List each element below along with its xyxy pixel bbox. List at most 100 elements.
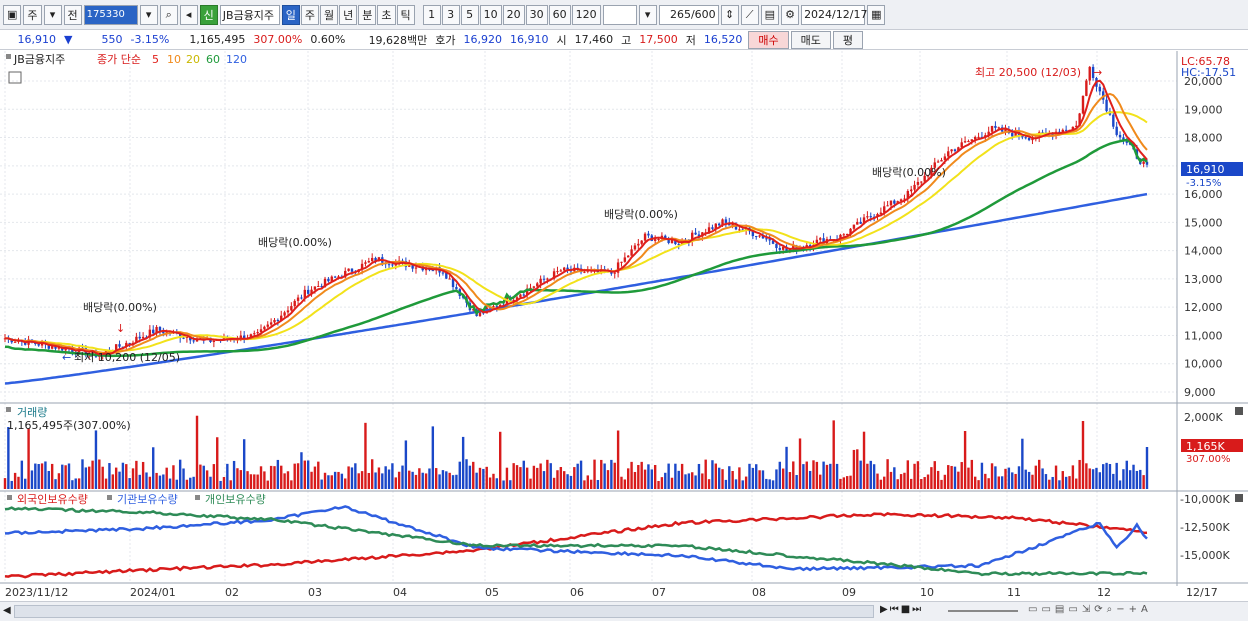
stock-code-input[interactable]: 175330 — [83, 4, 138, 25]
volume-bar — [280, 465, 283, 489]
interval-tab[interactable]: 60 — [548, 4, 571, 25]
search-icon[interactable]: ⌕ — [159, 4, 178, 25]
zoom-in-icon[interactable]: + — [1129, 604, 1137, 615]
buy-button[interactable]: 매수 — [748, 30, 789, 49]
zoom-slider[interactable] — [948, 610, 1018, 612]
zoom-out-icon[interactable]: − — [1116, 604, 1124, 615]
period-tab[interactable]: 틱 — [396, 4, 415, 25]
volume-bar — [300, 452, 303, 489]
interval-tab[interactable]: 120 — [571, 4, 601, 25]
candle-body — [387, 264, 391, 266]
candle-body — [940, 159, 943, 162]
next-icon[interactable]: ▶ — [880, 604, 888, 615]
prev-button[interactable]: 전 — [63, 4, 82, 25]
period-tab[interactable]: 주 — [300, 4, 320, 25]
volume-bar — [859, 460, 862, 489]
interval-tab[interactable]: 3 — [441, 4, 460, 25]
interval-dropdown-icon[interactable]: ▾ — [638, 4, 657, 25]
speaker-icon[interactable]: ◂ — [179, 4, 198, 25]
volume-bar — [522, 460, 525, 489]
scale-icon[interactable]: ⇕ — [720, 4, 739, 25]
candle-body — [141, 336, 145, 339]
stock-chart-svg[interactable]: 20,00019,00018,00017,00016,00015,00014,0… — [0, 51, 1248, 601]
volume-bar — [815, 461, 819, 489]
candle-body — [212, 340, 216, 343]
volume-bar — [792, 461, 795, 489]
volume-bar — [1017, 466, 1021, 489]
scroll-track[interactable] — [14, 605, 874, 618]
count-field[interactable]: 265/600 — [658, 4, 719, 25]
interval-tab[interactable]: 1 — [422, 4, 441, 25]
interval-tab[interactable]: 5 — [460, 4, 479, 25]
forward-icon[interactable]: ⏭ — [912, 604, 921, 615]
price-tag-pct: -3.15% — [1186, 178, 1221, 189]
candle-body — [920, 181, 923, 183]
volume-bar — [37, 464, 40, 489]
price-change-pct: -3.15% — [130, 33, 170, 46]
volume-bar — [485, 466, 488, 489]
interval-tab[interactable]: 10 — [479, 4, 502, 25]
volume-bar — [849, 475, 852, 489]
period-tab[interactable]: 분 — [358, 4, 377, 25]
volume-bar — [172, 465, 175, 489]
avg-button[interactable]: 평 — [832, 30, 864, 49]
candle-body — [583, 271, 586, 273]
candle-body — [640, 240, 643, 244]
volume-bar — [586, 475, 589, 489]
chart-area[interactable]: 20,00019,00018,00017,00016,00015,00014,0… — [0, 51, 1248, 601]
period-tab[interactable]: 월 — [320, 4, 339, 25]
horizontal-scrollbar[interactable]: ◀ ▶ ⏮ ■ ⏭ ▭ ▭ ▤ ▭ ⇲ ⟳ ⌕ − + A — [0, 601, 1248, 621]
fit-icon[interactable]: ▭ — [1068, 604, 1077, 615]
code-dropdown-icon[interactable]: ▾ — [139, 4, 158, 25]
refresh-icon[interactable]: ⟳ — [1094, 604, 1102, 615]
calendar-icon[interactable]: ▦ — [867, 4, 886, 25]
volume-bar — [205, 470, 209, 489]
volume-bar — [539, 463, 542, 489]
type-select[interactable]: 주 — [23, 4, 42, 25]
candle-body — [1024, 137, 1027, 139]
save-icon[interactable]: ▤ — [760, 4, 780, 25]
period-tab[interactable]: 일 — [281, 4, 300, 25]
zoom-search-icon[interactable]: ⌕ — [1107, 604, 1113, 615]
volume-bar — [711, 460, 714, 489]
x-axis-label: 03 — [308, 586, 322, 599]
avg-label: 평 — [842, 33, 854, 47]
volume-bar — [202, 465, 205, 489]
stop-icon[interactable]: ■ — [901, 604, 910, 615]
overlay-icon[interactable]: ▭ — [1041, 604, 1050, 615]
volume-bar — [168, 478, 172, 489]
volume-bar — [64, 465, 67, 489]
font-icon[interactable]: A — [1141, 604, 1148, 615]
expand-icon[interactable]: ⇲ — [1082, 604, 1090, 615]
interval-tab[interactable]: 20 — [502, 4, 525, 25]
sell-button[interactable]: 매도 — [790, 30, 831, 49]
holder-close-icon[interactable] — [1235, 494, 1243, 502]
volume-bar — [1031, 474, 1034, 489]
volume-bar — [1058, 480, 1061, 489]
layout-icon[interactable]: ▭ — [1028, 604, 1037, 615]
candle-body — [738, 229, 741, 231]
draw-icon[interactable]: ⟋ — [740, 4, 759, 25]
volume-bar — [337, 471, 340, 489]
period-tab[interactable]: 초 — [377, 4, 396, 25]
candle-body — [893, 200, 896, 204]
scroll-left-icon[interactable]: ◀ — [3, 605, 11, 616]
dropdown-icon[interactable]: ▾ — [43, 4, 62, 25]
interval-tab[interactable]: 30 — [525, 4, 548, 25]
volume-bar — [1021, 438, 1024, 489]
rewind-icon[interactable]: ⏮ — [890, 604, 899, 615]
window-icon[interactable]: ▣ — [3, 4, 22, 25]
candle-body — [138, 336, 141, 339]
period-tab[interactable]: 년 — [339, 4, 358, 25]
candle-body — [448, 278, 451, 280]
date-field[interactable]: 2024/12/17 — [801, 4, 867, 25]
volume-bar — [1085, 463, 1088, 489]
interval-input[interactable] — [602, 4, 637, 25]
volume-close-icon[interactable] — [1235, 407, 1243, 415]
volume-bar — [347, 466, 350, 489]
volume-bar — [212, 464, 216, 489]
split-icon[interactable]: ▤ — [1055, 604, 1064, 615]
volume-bar — [253, 474, 256, 489]
gear-icon[interactable]: ⚙ — [781, 4, 800, 25]
volume-bar — [286, 471, 290, 489]
